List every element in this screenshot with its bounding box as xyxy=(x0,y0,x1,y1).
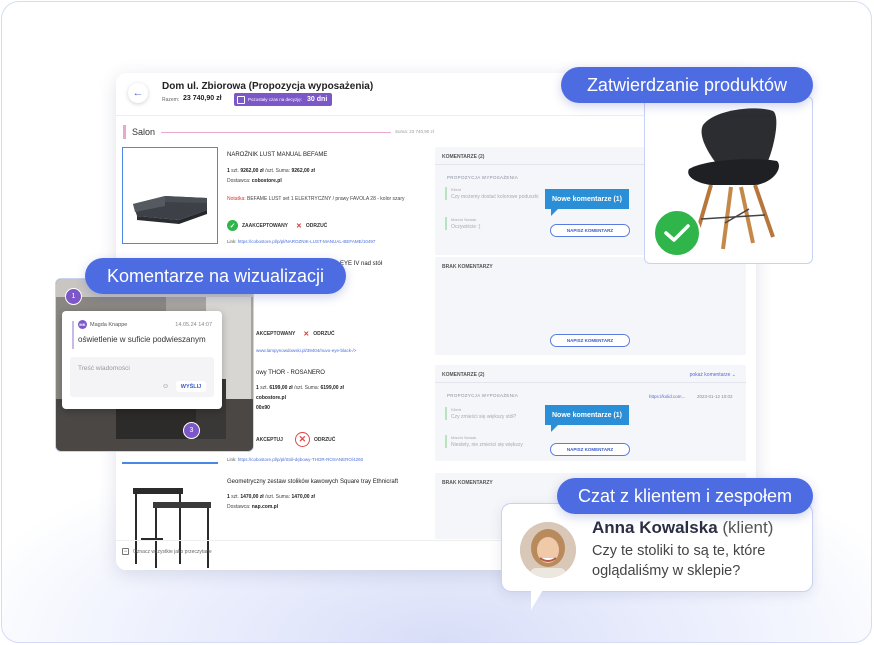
product-image-tables[interactable] xyxy=(122,475,218,570)
product-note: Notatka: BEFAME LUST set 1 ELEKTRYCZNY /… xyxy=(227,196,405,202)
comment-reply: Marcin Nowak Oczywiście :) xyxy=(445,217,545,230)
check-icon[interactable]: ✓ xyxy=(227,220,238,231)
reject-icon[interactable]: ✕ xyxy=(294,432,310,447)
comment-date: 2023-01-12 10:02 xyxy=(697,394,733,399)
reject-button[interactable]: ODRZUĆ xyxy=(313,331,334,337)
reject-button[interactable]: ODRZUĆ xyxy=(314,437,335,443)
client-portrait-icon xyxy=(520,522,576,578)
comment-text: oświetlenie w suficie podwieszanym xyxy=(78,335,206,344)
comment-tag: PROPOZYCJA WYPOSAŻENIA xyxy=(447,393,519,398)
chat-callout: Czat z klientem i zespołem xyxy=(557,478,813,514)
accept-button[interactable]: AKCEPTOWANY xyxy=(256,331,295,337)
avatar: MK xyxy=(78,320,87,329)
product-link: Link: https://cobostore.pl/p/pl/NAROZNIK… xyxy=(227,239,376,244)
product-name: Geometryczny zestaw stolików kawowych Sq… xyxy=(227,479,399,485)
deadline-days: 30 dni xyxy=(307,96,328,103)
deadline-badge: Pozostały czas na decyzję: 30 dni xyxy=(234,93,333,106)
product-approval-card xyxy=(644,96,813,264)
product-link: Link: https://cobostore.pl/p/pl/Stół-dęb… xyxy=(227,457,364,462)
product-price-line: 1 szt. 6199,00 zł /szt. Suma: 6199,00 zł xyxy=(256,385,344,391)
product-supplier: cobostore.pl xyxy=(256,395,287,401)
comment-author: Magda Knappe xyxy=(90,322,128,328)
product-name: NAROŻNIK LUST MANUAL BEFAME xyxy=(227,152,328,158)
section-accent xyxy=(123,125,126,139)
page-title: Dom ul. Zbiorowa (Propozycja wyposażenia… xyxy=(162,81,374,92)
visualization-card: 1 3 MK Magda Knappe 14.05.24 14:07 oświe… xyxy=(55,278,254,452)
visualization-comment-popup: MK Magda Knappe 14.05.24 14:07 oświetlen… xyxy=(62,311,222,409)
total-value: 23 740,90 zł xyxy=(183,95,222,102)
comment-tag: PROPOZYCJA WYPOSAŻENIA xyxy=(447,175,519,180)
panel-divider xyxy=(435,382,746,383)
comments-panel: BRAK KOMENTARZY NAPISZ KOMENTARZ xyxy=(435,257,746,355)
approve-products-callout: Zatwierdzanie produktów xyxy=(561,67,813,103)
mark-all-label: Oznacz wszystkie jako przeczytane xyxy=(133,548,212,555)
comment-time: 14.05.24 14:07 xyxy=(175,322,212,328)
comments-header: BRAK KOMENTARZY xyxy=(442,480,493,486)
comment-quote: Klient Czy zmieści się większy stół? xyxy=(445,407,545,420)
reject-button[interactable]: ODRZUĆ xyxy=(306,223,327,229)
message-input[interactable]: Treść wiadomości ☺ WYŚLIJ xyxy=(70,357,214,397)
mark-all-read[interactable]: − Oznacz wszystkie jako przeczytane xyxy=(122,548,212,555)
product-link: www.lampynowdowski.pl/39404/nuvo-eye-bla… xyxy=(256,348,356,353)
calendar-icon xyxy=(237,95,245,104)
accepted-status: ZAAKCEPTOWANY xyxy=(242,222,289,229)
approved-check-icon xyxy=(653,209,701,257)
section-rule xyxy=(161,132,391,133)
comments-header: KOMENTARZE (2) xyxy=(442,372,485,378)
decision-row: ✓ ZAAKCEPTOWANY ✕ ODRZUĆ xyxy=(227,220,327,231)
comments-header: KOMENTARZE (2) xyxy=(442,154,485,160)
arrow-left-icon: ← xyxy=(132,87,144,99)
coffee-table-icon xyxy=(133,488,211,568)
sender-name: Anna Kowalska (klient) xyxy=(592,518,774,537)
product-price-line: 1 szt. 9262,00 zł /szt. Suma: 9262,00 zł xyxy=(227,168,315,174)
product-price-line: 1 szt. 1470,00 zł /szt. Suma: 1470,00 zł xyxy=(227,494,315,500)
chat-message: Czy te stoliki to są te, które oglądaliś… xyxy=(592,543,766,579)
visualization-marker-3[interactable]: 3 xyxy=(183,422,200,439)
product-url[interactable]: https://cobostore.pl/p/pl/NAROZNIK-LUST-… xyxy=(238,239,376,244)
accept-button[interactable]: AKCEPTUJ xyxy=(256,437,283,443)
deadline-text: Pozostały czas na decyzję: xyxy=(248,97,303,102)
write-comment-button[interactable]: NAPISZ KOMENTARZ xyxy=(550,443,630,456)
decision-row: AKCEPTOWANY ✕ ODRZUĆ xyxy=(256,330,335,338)
write-comment-button[interactable]: NAPISZ KOMENTARZ xyxy=(550,334,630,347)
new-comments-badge[interactable]: Nowe komentarze (1) xyxy=(545,189,630,216)
comments-header: BRAK KOMENTARZY xyxy=(442,264,493,270)
section-sum: Suma: 23 740,90 zł xyxy=(395,129,434,134)
chat-bubble-tail xyxy=(531,590,543,610)
comment-reply: Marcin Nowak Niestety, nie zmieści się w… xyxy=(445,435,545,448)
quote-bar xyxy=(72,321,74,349)
section-name: Salon xyxy=(132,127,156,137)
avatar xyxy=(520,522,576,578)
product-supplier: Dostawca: nap.com.pl xyxy=(227,504,279,510)
product-name: owy THOR - ROSANERO xyxy=(256,370,325,376)
new-comments-badge[interactable]: Nowe komentarze (1) xyxy=(545,405,630,432)
write-comment-button[interactable]: NAPISZ KOMENTARZ xyxy=(550,224,630,237)
sender-role: (klient) xyxy=(722,518,774,537)
decision-row: AKCEPTUJ ✕ ODRZUĆ xyxy=(256,432,335,447)
back-button[interactable]: ← xyxy=(128,83,148,103)
visualization-marker-1[interactable]: 1 xyxy=(65,288,82,305)
checkbox-icon[interactable]: − xyxy=(122,548,129,555)
sofa-icon xyxy=(133,196,207,224)
product-image-border xyxy=(122,462,218,464)
close-icon[interactable]: ✕ xyxy=(303,330,309,338)
comment-link[interactable]: https://kolid.com... xyxy=(649,394,685,399)
total-label: Razem: xyxy=(162,97,180,103)
chat-message-card: Anna Kowalska (klient) Czy te stoliki to… xyxy=(501,503,813,592)
emoji-icon[interactable]: ☺ xyxy=(162,383,169,390)
show-comments-link[interactable]: pokaż komentarze ⌄ xyxy=(690,372,736,378)
send-button[interactable]: WYŚLIJ xyxy=(176,381,206,392)
viz-comments-callout: Komentarze na wizualizacji xyxy=(85,258,346,294)
product-url[interactable]: www.lampynowdowski.pl/39404/nuvo-eye-bla… xyxy=(256,348,356,353)
product-image-sofa[interactable] xyxy=(122,147,218,244)
product-url[interactable]: https://cobostore.pl/p/pl/Stół-dębowy-TH… xyxy=(238,457,363,462)
product-name: EYE IV nad stół xyxy=(340,261,383,267)
product-supplier: Dostawca: cobostore.pl xyxy=(227,178,282,184)
close-icon[interactable]: ✕ xyxy=(296,222,302,230)
product-size: 00x90 xyxy=(256,405,270,411)
message-placeholder: Treść wiadomości xyxy=(78,365,130,372)
